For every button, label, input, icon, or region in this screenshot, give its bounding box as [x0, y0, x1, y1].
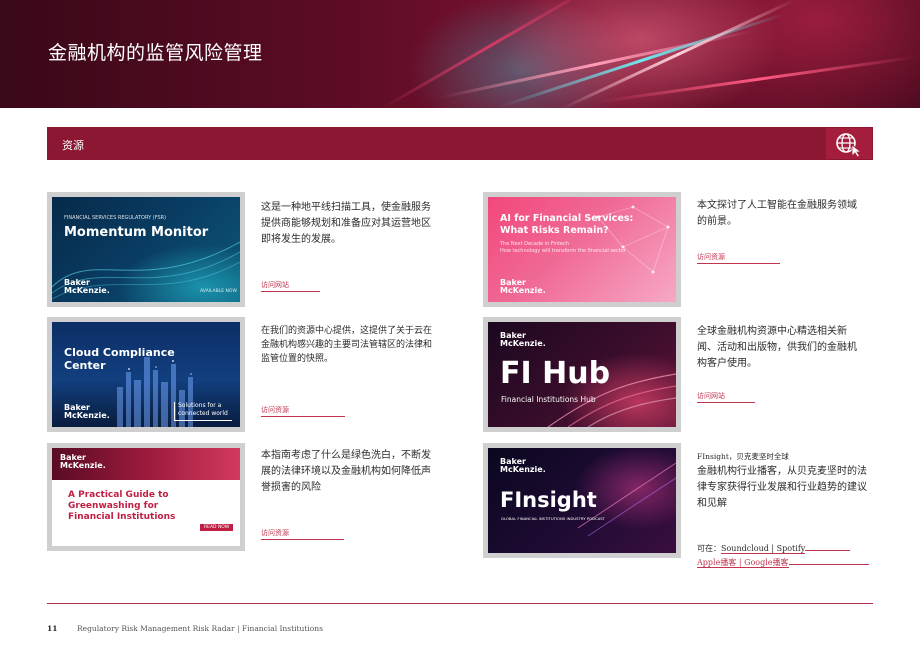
baker-mckenzie-logo: Baker McKenzie.	[500, 331, 546, 348]
fi-hub-thumbnail[interactable]: Baker McKenzie. FI Hub Financial Institut…	[483, 317, 681, 432]
card-description: 本文探讨了人工智能在金融服务领域的前景。	[697, 200, 857, 227]
thumbnail-kicker: FINANCIAL SERVICES REGULATORY (FSR)	[64, 215, 167, 221]
footer-title: Regulatory Risk Management Risk Radar | …	[77, 624, 323, 633]
thumbnail-subtitle: GLOBAL FINANCIAL INSTITUTIONS INDUSTRY P…	[501, 516, 605, 521]
baker-mckenzie-logo: Baker McKenzie.	[500, 457, 546, 474]
thumbnail-subtitle: The Next Decade in Fintech How technology…	[500, 241, 626, 254]
momentum-monitor-thumbnail[interactable]: FINANCIAL SERVICES REGULATORY (FSR) Mome…	[47, 192, 245, 307]
greenwashing-guide-thumbnail[interactable]: Baker McKenzie. A Practical Guide to Green…	[47, 443, 245, 551]
ai-financial-services-thumbnail[interactable]: AI for Financial Services: What Risks Rem…	[483, 192, 681, 307]
thumbnail-tagline: Solutions for a connected world	[174, 402, 232, 421]
hero-banner: 金融机构的监管风险管理	[0, 0, 920, 108]
baker-mckenzie-logo: Baker McKenzie.	[64, 403, 110, 420]
cloud-compliance-thumbnail[interactable]: Cloud Compliance Center Baker McKenzie. So…	[47, 317, 245, 432]
thumbnail-title: Cloud Compliance Center	[64, 346, 175, 372]
finsight-podcast-thumbnail[interactable]: Baker McKenzie. FInsight GLOBAL FINANCIAL…	[483, 443, 681, 558]
baker-mckenzie-logo: Baker McKenzie.	[60, 453, 106, 470]
google-podcasts-link[interactable]: Google播客	[744, 558, 789, 568]
visit-resource-link[interactable]: 访问资源	[261, 528, 344, 540]
card-description: 这是一种地平线扫描工具，使金融服务提供商能够规划和准备应对其运营地区即将发生的发…	[261, 202, 431, 245]
baker-mckenzie-logo: Baker McKenzie.	[64, 278, 110, 295]
page-title: 金融机构的监管风险管理	[48, 42, 263, 64]
availability-prefix: 可在：	[697, 544, 721, 553]
thumbnail-title: FInsight	[500, 488, 597, 512]
card-description: 本指南考虑了什么是绿色洗白，不断发展的法律环境以及金融机构如何降低声誉损害的风险	[261, 450, 431, 493]
soundcloud-link[interactable]: Soundcloud	[721, 544, 769, 554]
thumbnail-title: AI for Financial Services: What Risks Rem…	[500, 213, 634, 236]
read-now-button: READ NOW	[200, 524, 234, 531]
apple-podcasts-link[interactable]: Apple播客	[697, 558, 737, 568]
thumbnail-title: Momentum Monitor	[64, 225, 209, 240]
thumbnail-subtitle: Financial Institutions Hub	[501, 395, 596, 404]
light-streak	[599, 55, 918, 103]
section-header: 资源	[47, 127, 873, 160]
baker-mckenzie-logo: Baker McKenzie.	[500, 278, 546, 295]
thumbnail-title: A Practical Guide to Greenwashing for Fina…	[68, 490, 176, 522]
page-number: 11	[47, 624, 58, 633]
card-description: 全球金融机构资源中心精选相关新闻、活动和出版物，供我们的金融机构客户使用。	[697, 326, 857, 369]
light-streak	[379, 0, 606, 108]
availability-line: 可在：Soundcloud | Spotify	[697, 543, 851, 554]
visit-website-link[interactable]: 访问网站	[261, 280, 320, 292]
footer-divider	[47, 603, 873, 604]
visit-resource-link[interactable]: 访问资源	[261, 405, 345, 417]
podcast-label: FInsight，贝克麦坚时全球	[697, 452, 789, 461]
card-description: 金融机构行业播客，从贝克麦坚时的法律专家获得行业发展和行业趋势的建议和见解	[697, 466, 867, 509]
spotify-link[interactable]: Spotify	[776, 544, 806, 554]
availability-line-2: Apple播客 | Google播客	[697, 557, 869, 568]
thumbnail-badge: AVAILABLE NOW	[200, 289, 237, 294]
visit-website-link[interactable]: 访问网站	[697, 391, 755, 403]
globe-cursor-icon	[826, 128, 872, 159]
visit-resource-link[interactable]: 访问资源	[697, 252, 780, 264]
card-description: 在我们的资源中心提供，这提供了关于云在金融机构感兴趣的主要司法管辖区的法律和监管…	[261, 326, 433, 364]
section-title: 资源	[62, 139, 84, 152]
thumbnail-title: FI Hub	[500, 356, 611, 391]
